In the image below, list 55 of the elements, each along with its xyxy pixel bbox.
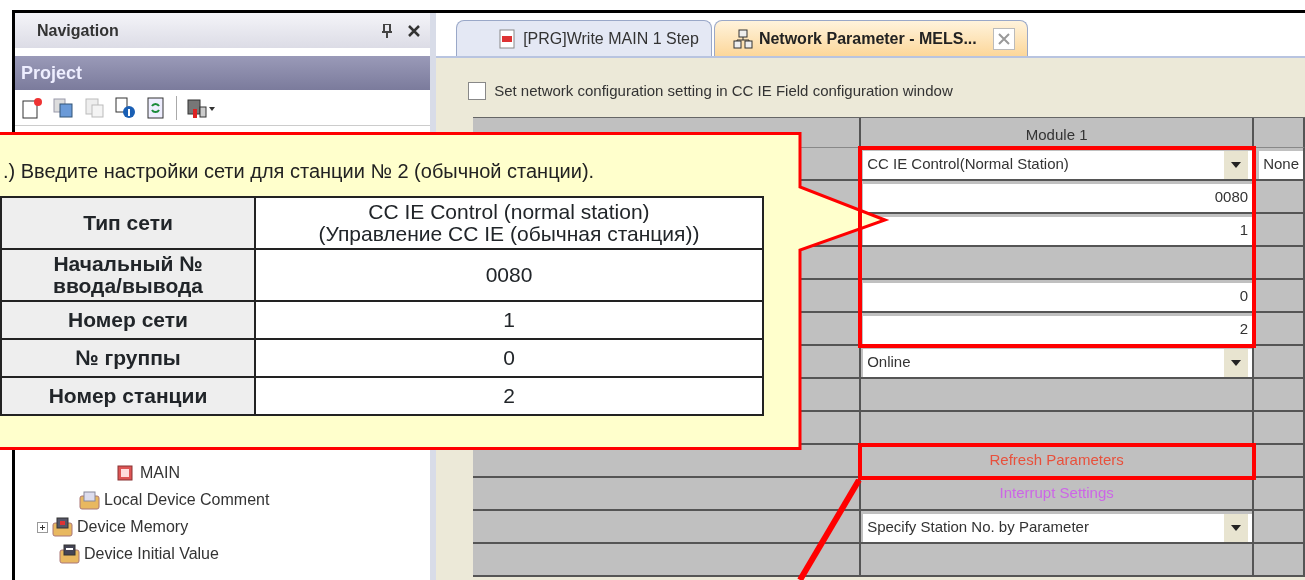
number-field[interactable]: 0: [863, 282, 1253, 311]
checkbox[interactable]: [468, 82, 487, 101]
grid-cell: [1254, 378, 1305, 412]
table-header-cell: № группы: [1, 339, 255, 378]
page-info-icon[interactable]: [114, 96, 136, 119]
copy-icon[interactable]: [52, 96, 74, 119]
table-header-cell: Номер станции: [1, 377, 255, 416]
section-header: Project: [15, 56, 431, 90]
table-header-cell: Начальный № ввода/вывода: [1, 249, 255, 302]
close-icon[interactable]: [408, 24, 421, 37]
tab[interactable]: Network Parameter - MELS...: [713, 20, 1028, 56]
grid-cell: [1254, 411, 1305, 445]
table-cell: 1: [255, 301, 763, 340]
program-icon: [497, 28, 518, 49]
tree-item[interactable]: Device Initial Value: [84, 542, 219, 566]
number-field[interactable]: 0080: [863, 183, 1253, 212]
grid-cell: [1254, 213, 1305, 247]
table-cell: 2: [255, 377, 763, 416]
table-cell: CC IE Control (normal station) (Управление CC IE (обычная станция)): [255, 197, 763, 250]
new-page-icon[interactable]: [21, 96, 43, 119]
network-icon: [732, 28, 753, 49]
pin-icon[interactable]: [382, 23, 393, 38]
table-header-cell: Тип сети: [1, 197, 255, 250]
expand-icon[interactable]: [37, 521, 48, 533]
checkbox-label[interactable]: Set network configuration setting in CC IE Field configuration window: [494, 80, 953, 103]
memory-icon: [52, 517, 73, 537]
tool-dropdown-icon[interactable]: [186, 96, 216, 119]
dropdown-field[interactable]: None: [1259, 150, 1303, 179]
grid-cell: [1254, 279, 1305, 313]
dropdown-caret-icon[interactable]: [1231, 161, 1242, 168]
grid-cell: [1254, 543, 1305, 577]
program-icon: [115, 463, 136, 483]
table-header-cell: Номер сети: [1, 301, 255, 340]
dropdown-field[interactable]: Specify Station No. by Parameter: [863, 513, 1253, 542]
table-cell: 0: [255, 339, 763, 378]
grid-cell: [1254, 444, 1305, 478]
grid-cell: [1254, 312, 1305, 346]
comment-icon: [79, 490, 100, 510]
dropdown-field[interactable]: CC IE Control(Normal Station): [863, 150, 1253, 179]
refresh-icon[interactable]: [145, 96, 167, 119]
dropdown-caret-icon[interactable]: [1231, 524, 1242, 531]
dropdown-field[interactable]: Online: [863, 348, 1253, 377]
tree-item[interactable]: Local Device Comment: [104, 488, 270, 512]
column-header: Module 1: [861, 117, 1255, 148]
device-value-icon: [59, 544, 80, 564]
number-field[interactable]: 2: [863, 315, 1253, 344]
tab[interactable]: [PRG]Write MAIN 1 Step: [456, 20, 712, 56]
dropdown-caret-icon[interactable]: [1231, 359, 1242, 366]
number-field[interactable]: 1: [863, 216, 1253, 245]
panel-title: Navigation: [37, 20, 119, 41]
grid-cell: [1254, 246, 1305, 280]
instruction-text: .) Введите настройки сети для станции № 2 (обычной станции).: [3, 159, 595, 184]
tree-item[interactable]: Device Memory: [77, 515, 189, 539]
table-cell: 0080: [255, 249, 763, 302]
tree-item[interactable]: MAIN: [140, 461, 180, 485]
